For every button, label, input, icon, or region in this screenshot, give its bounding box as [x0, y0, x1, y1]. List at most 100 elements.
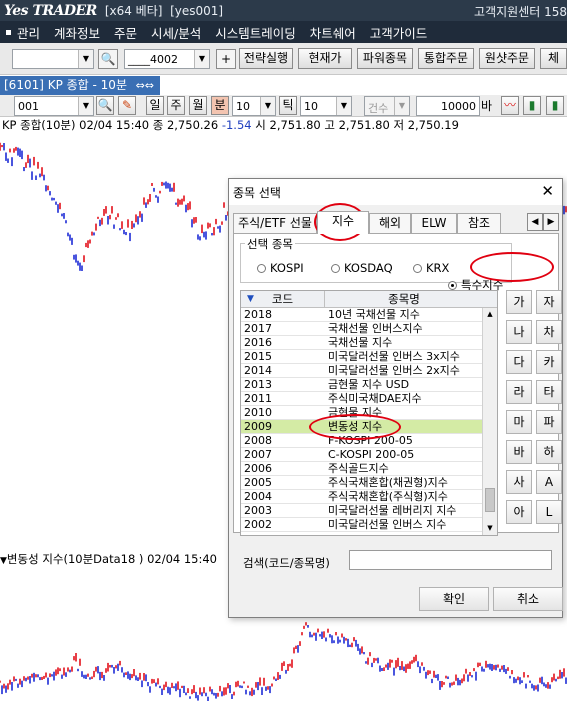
tab-stock-etf-futures[interactable]: 주식/ETF 선물 [233, 213, 317, 233]
period-month[interactable]: 월 [189, 96, 207, 115]
menu-item-quotes[interactable]: 시세/분석 [151, 23, 201, 42]
initial-filter-button[interactable]: 카 [536, 350, 562, 374]
volume-chart-icon[interactable]: ▮ [546, 96, 564, 115]
support-center-link[interactable]: 고객지원센터 158 [474, 3, 567, 20]
chevron-down-icon[interactable]: ▼ [194, 50, 209, 68]
tick-combo[interactable]: 10 ▼ [300, 96, 352, 116]
symbol-list[interactable]: ▼ 코드 종목명 2018 10년 국채선물 지수 2017 국채선물 인버스지수 201… [240, 290, 498, 536]
menu-item-guide[interactable]: 고객가이드 [370, 23, 428, 42]
list-item[interactable]: 2015 미국달러선물 인버스 3x지수 [241, 350, 483, 364]
list-item[interactable]: 2005 주식국채혼합(채권형)지수 [241, 476, 483, 490]
scroll-down-icon[interactable]: ▼ [483, 522, 497, 535]
menu-item-account[interactable]: 계좌정보 [54, 23, 100, 42]
tab-reference[interactable]: 참조 [457, 213, 501, 233]
column-code[interactable]: ▼ 코드 [241, 291, 325, 307]
index-code-combo[interactable]: 001 ▼ [14, 96, 94, 116]
initial-filter-button[interactable]: 아 [506, 500, 532, 524]
chevron-down-icon[interactable]: ▼ [336, 97, 351, 115]
chart-window-tab[interactable]: [6101] KP 종합 - 10분 ⇔⇔ [0, 76, 160, 95]
close-icon[interactable]: ✕ [541, 182, 554, 200]
list-item[interactable]: 2018 10년 국채선물 지수 [241, 308, 483, 322]
chevron-down-icon[interactable]: ▼ [78, 50, 93, 68]
bar-chart-icon[interactable]: ▮ [523, 96, 541, 115]
search-icon[interactable]: 🔍 [98, 49, 118, 69]
initial-filter-button[interactable]: 차 [536, 320, 562, 344]
index-tab-panel: 선택 종목 KOSPI KOSDAQ KRX 특수지수 ▼ 코드 종목명 2018… [233, 233, 562, 536]
list-item[interactable]: 2003 미국달러선물 레버리지 지수 [241, 504, 483, 518]
chevron-down-icon[interactable]: ▼ [260, 97, 275, 115]
count-type-combo[interactable]: 건수 ▼ [364, 96, 410, 116]
tab-elw[interactable]: ELW [411, 213, 457, 233]
tab-index[interactable]: 지수 [317, 211, 369, 234]
screen-number-combo[interactable]: ____4002 ▼ [124, 49, 210, 69]
list-scrollbar[interactable]: ▲ ▼ [482, 308, 497, 535]
link-icon[interactable]: ⇔⇔ [136, 76, 154, 95]
one-shot-order-button[interactable]: 원샷주문 [479, 48, 535, 69]
list-item[interactable]: 2007 C-KOSPI 200-05 [241, 448, 483, 462]
line-chart-icon[interactable]: 〰 [501, 96, 519, 115]
add-icon[interactable]: + [216, 49, 236, 69]
screen-combo[interactable]: ▼ [12, 49, 94, 69]
scroll-thumb[interactable] [485, 488, 495, 512]
menu-item-system-trading[interactable]: 시스템트레이딩 [215, 23, 296, 42]
list-item[interactable]: 2006 주식골드지수 [241, 462, 483, 476]
tab-scroll-left-icon[interactable]: ◀ [527, 213, 543, 231]
power-stocks-button[interactable]: 파워종목 [357, 48, 413, 69]
list-item[interactable]: 2016 국채선물 지수 [241, 336, 483, 350]
current-price-button[interactable]: 현재가 [298, 48, 352, 69]
tab-scroll-right-icon[interactable]: ▶ [543, 213, 559, 231]
initial-filter-button[interactable]: L [536, 500, 562, 524]
period-tick[interactable]: 틱 [279, 96, 297, 115]
initial-filter-button[interactable]: 라 [506, 380, 532, 404]
initial-filter-button[interactable]: 마 [506, 410, 532, 434]
list-item[interactable]: 2004 주식국채혼합(주식형)지수 [241, 490, 483, 504]
initial-filter-button[interactable]: 타 [536, 380, 562, 404]
execution-button[interactable]: 체 [540, 48, 567, 69]
tab-overseas[interactable]: 해외 [369, 213, 411, 233]
initial-filter-button[interactable]: 자 [536, 290, 562, 314]
period-day[interactable]: 일 [146, 96, 164, 115]
list-item[interactable]: 2011 주식미국채DAE지수 [241, 392, 483, 406]
period-week[interactable]: 주 [167, 96, 185, 115]
search-icon[interactable]: 🔍 [96, 96, 114, 115]
list-item-name: 주식국채혼합(주식형)지수 [328, 490, 448, 503]
initial-filter-button[interactable]: 파 [536, 410, 562, 434]
list-item[interactable]: 2013 금현물 지수 USD [241, 378, 483, 392]
list-item-code: 2006 [244, 462, 272, 475]
menu-item-order[interactable]: 주문 [114, 23, 137, 42]
count-input[interactable]: 10000 [416, 96, 480, 116]
integrated-order-button[interactable]: 통합주문 [418, 48, 474, 69]
menu-item-manage[interactable]: 관리 [17, 23, 40, 42]
period-minute[interactable]: 분 [211, 96, 229, 115]
list-item-code: 2008 [244, 434, 272, 447]
pin-icon[interactable]: ✎ [118, 96, 136, 115]
list-item[interactable]: 2002 미국달러선물 인버스 지수 [241, 518, 483, 532]
cancel-button[interactable]: 취소 [493, 587, 563, 611]
list-item[interactable]: 2014 미국달러선물 인버스 2x지수 [241, 364, 483, 378]
initial-filter-button[interactable]: 바 [506, 440, 532, 464]
chevron-down-icon[interactable]: ▼ [78, 97, 93, 115]
initial-filter-button[interactable]: 가 [506, 290, 532, 314]
search-input[interactable] [349, 550, 552, 570]
scroll-up-icon[interactable]: ▲ [483, 308, 497, 321]
list-item[interactable]: 2008 F-KOSPI 200-05 [241, 434, 483, 448]
initial-filter-button[interactable]: A [536, 470, 562, 494]
initial-filter-button[interactable]: 다 [506, 350, 532, 374]
list-item[interactable]: 2010 금현물 지수 [241, 406, 483, 420]
collapse-icon[interactable]: ▼ [0, 556, 7, 566]
title-bar: Yes TRADER [x64 베타] [yes001] 고객지원센터 158 [0, 0, 567, 21]
radio-kospi[interactable]: KOSPI [257, 261, 304, 275]
list-item[interactable]: 2009 변동성 지수 [241, 420, 483, 434]
interval-combo[interactable]: 10 ▼ [232, 96, 276, 116]
initial-filter-button[interactable]: 나 [506, 320, 532, 344]
menu-item-chart-share[interactable]: 차트쉐어 [310, 23, 356, 42]
radio-krx[interactable]: KRX [413, 261, 449, 275]
column-name[interactable]: 종목명 [325, 291, 483, 307]
radio-kosdaq[interactable]: KOSDAQ [331, 261, 393, 275]
list-item[interactable]: 2017 국채선물 인버스지수 [241, 322, 483, 336]
strategy-run-button[interactable]: 전략실행 [239, 48, 293, 69]
confirm-button[interactable]: 확인 [419, 587, 489, 611]
initial-filter-button[interactable]: 사 [506, 470, 532, 494]
chevron-down-icon[interactable]: ▼ [394, 97, 409, 115]
initial-filter-button[interactable]: 하 [536, 440, 562, 464]
